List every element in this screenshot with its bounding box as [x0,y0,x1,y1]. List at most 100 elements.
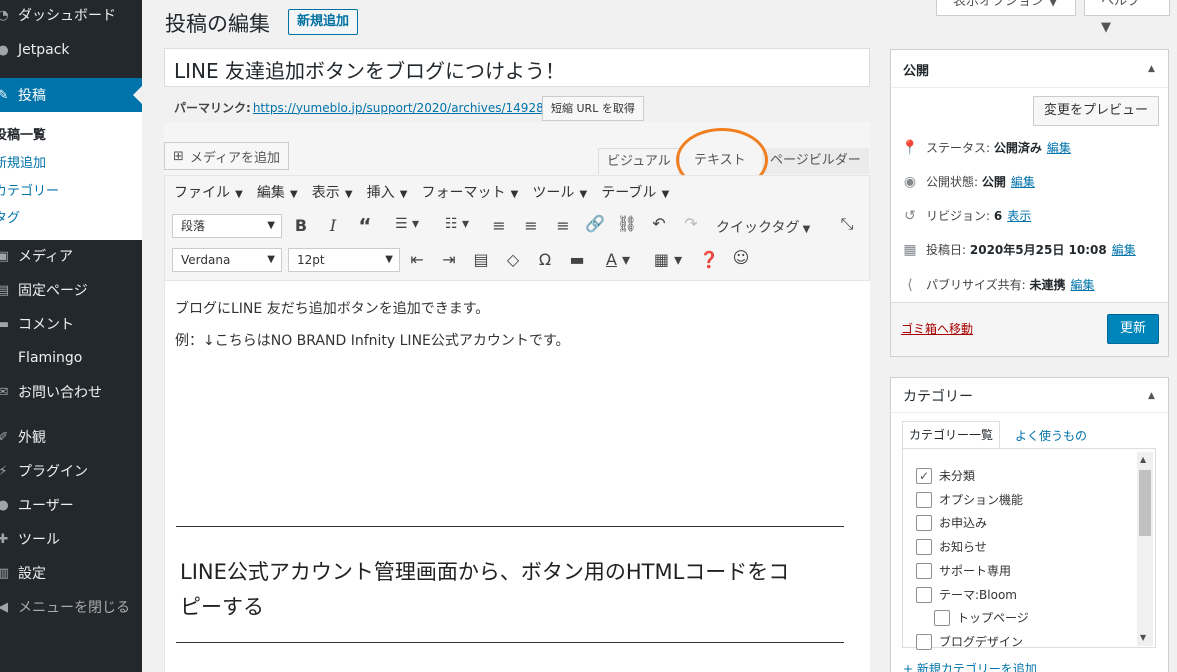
bold-icon[interactable]: B [290,216,312,235]
help-icon[interactable]: ❓ [698,250,720,269]
category-item[interactable]: ブログデザイン [916,633,1023,650]
edit-status-link[interactable]: 編集 [1047,139,1071,156]
add-new-button[interactable]: 新規追加 [288,9,359,35]
category-item[interactable]: お申込み [916,514,987,531]
menu-file[interactable]: ファイル ▼ [174,182,243,202]
checkbox[interactable] [916,514,932,531]
font-family-select[interactable]: Verdana ▼ [172,248,282,272]
scroll-down-icon[interactable]: ▼ [1140,633,1146,642]
submenu-tags[interactable]: タグ [0,207,20,226]
paste-text-icon[interactable]: ▤ [470,250,492,269]
sidebar-item-label: コメント [18,317,74,333]
redo-icon[interactable]: ↷ [680,214,702,233]
sidebar-item-flamingo[interactable]: Flamingo [0,341,142,375]
quicktag-dropdown[interactable]: クイックタグ ▼ [716,217,810,237]
toggle-icon[interactable]: ▲ [1148,391,1155,401]
link-icon[interactable]: 🔗 [584,214,606,233]
get-shortlink-button[interactable]: 短縮 URL を取得 [542,96,644,121]
sidebar-item-tools[interactable]: ✚ ツール [0,522,142,556]
undo-icon[interactable]: ↶ [648,214,670,233]
post-title-input[interactable]: LINE 友達追加ボタンをブログにつけよう！ [164,48,870,87]
sidebar-item-appearance[interactable]: ✐ 外観 [0,420,142,454]
category-item[interactable]: お知らせ [916,538,987,555]
edit-date-link[interactable]: 編集 [1112,241,1136,258]
category-item[interactable]: オプション機能 [916,491,1023,508]
posts-submenu: 投稿一覧 新規追加 カテゴリー タグ [0,112,142,240]
align-right-icon[interactable]: ≡ [552,216,574,235]
tab-most-used[interactable]: よく使うもの [1015,427,1087,444]
checkbox[interactable] [916,538,932,555]
sidebar-item-plugins[interactable]: ⚡ プラグイン [0,454,142,488]
share-icon: ⟨ [907,276,913,293]
font-size-select[interactable]: 12pt ▼ [288,248,400,272]
toggle-icon[interactable]: ▲ [1148,64,1155,74]
screen-options-button[interactable]: 表示オプション ▼ [936,0,1076,16]
checkbox[interactable] [916,633,932,650]
view-revisions-link[interactable]: 表示 [1007,207,1031,224]
checkbox-checked[interactable]: ✓ [916,467,932,484]
edit-publicize-link[interactable]: 編集 [1071,276,1095,293]
fullscreen-icon[interactable]: ⤡ [836,214,858,234]
menu-tools[interactable]: ツール ▼ [532,182,587,202]
special-character-icon[interactable]: Ω [534,250,556,269]
scroll-up-icon[interactable]: ▲ [1140,455,1146,464]
sidebar-item-comments[interactable]: ▬ コメント [0,307,142,341]
submenu-add-new[interactable]: 新規追加 [0,152,46,171]
menu-edit[interactable]: 編集 ▼ [257,182,298,202]
edit-visibility-link[interactable]: 編集 [1011,173,1035,190]
sidebar-item-users[interactable]: ● ユーザー [0,488,142,522]
sidebar-item-dashboard[interactable]: ◔ ダッシュボード [0,0,142,32]
category-item[interactable]: トップページ [934,609,1029,626]
tab-all-categories[interactable]: カテゴリー一覧 [902,421,1001,449]
content-heading: ピーする [180,595,264,619]
align-left-icon[interactable]: ≡ [488,216,510,235]
horizontal-line-icon[interactable]: ▬ [566,250,588,269]
category-item[interactable]: サポート専用 [916,562,1011,579]
sidebar-item-posts[interactable]: ✎ 投稿 [0,78,142,112]
menu-insert[interactable]: 挿入 ▼ [367,182,408,202]
checkbox[interactable] [916,562,932,579]
table-icon[interactable]: ▦ ▾ [650,250,686,269]
sidebar-item-label: Jetpack [18,42,70,58]
add-media-button[interactable]: ⊞ メディアを追加 [164,142,289,170]
format-select[interactable]: 段落 ▼ [172,214,282,238]
unlink-icon[interactable]: ⛓ [616,214,638,233]
submenu-all-posts[interactable]: 投稿一覧 [0,124,46,143]
numbered-list-icon[interactable]: ☷ ▾ [438,216,476,232]
menu-table[interactable]: テーブル ▼ [601,182,669,202]
help-button[interactable]: ヘルプ ▼ [1084,0,1170,35]
blockquote-icon[interactable]: “ [354,214,376,238]
tab-visual[interactable]: ビジュアル [598,148,680,174]
checkbox[interactable] [916,586,932,603]
sidebar-item-media[interactable]: ▣ メディア [0,239,142,273]
move-to-trash-link[interactable]: ゴミ箱へ移動 [901,320,973,337]
tab-page-builder[interactable]: ページビルダー [762,148,869,174]
menu-format[interactable]: フォーマット ▼ [422,182,519,202]
clear-formatting-icon[interactable]: ◇ [502,250,524,269]
collapse-menu-button[interactable]: ◀ メニューを閉じる [0,590,142,624]
scrollbar-thumb[interactable] [1139,470,1151,536]
preview-changes-button[interactable]: 変更をプレビュー [1033,96,1160,126]
outdent-icon[interactable]: ⇤ [406,250,428,269]
dashboard-icon: ◔ [0,7,9,23]
sidebar-item-settings[interactable]: ▥ 設定 [0,556,142,590]
checkbox[interactable] [934,609,950,626]
menu-view[interactable]: 表示 ▼ [312,182,353,202]
update-button[interactable]: 更新 [1107,314,1160,344]
bullet-list-icon[interactable]: ☰ ▾ [388,216,426,232]
content-heading: LINE公式アカウント管理画面から、ボタン用のHTMLコードをコ [180,560,790,584]
sidebar-item-contact[interactable]: ✉ お問い合わせ [0,375,142,409]
emoji-icon[interactable]: ☺ [730,248,752,267]
add-category-link[interactable]: + 新規カテゴリーを追加 [903,660,1037,672]
align-center-icon[interactable]: ≡ [520,216,542,235]
permalink-url[interactable]: https://yumeblo.jp/support/2020/archives… [253,101,544,115]
sidebar-item-pages[interactable]: ▤ 固定ページ [0,273,142,307]
category-item[interactable]: テーマ:Bloom [916,586,1017,603]
sidebar-item-jetpack[interactable]: ● Jetpack [0,33,142,67]
indent-icon[interactable]: ⇥ [438,250,460,269]
italic-icon[interactable]: I [322,216,344,235]
submenu-categories[interactable]: カテゴリー [0,180,59,199]
checkbox[interactable] [916,491,932,508]
category-item[interactable]: ✓ 未分類 [916,467,975,484]
text-color-icon[interactable]: A ▾ [598,250,638,269]
